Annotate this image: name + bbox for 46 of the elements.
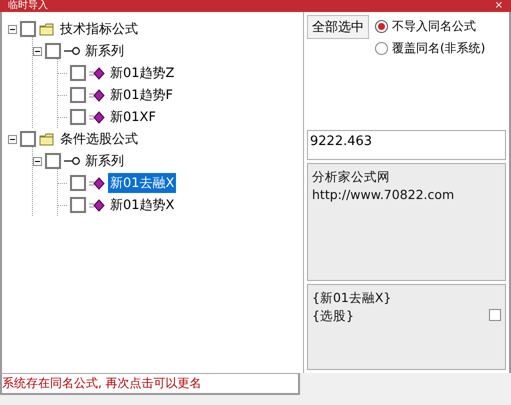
description-line: 分析家公式网 [312, 168, 391, 186]
diamond-icon [89, 176, 105, 190]
collapse-icon[interactable] [8, 134, 17, 144]
value-field[interactable]: 9222.463 [307, 130, 506, 160]
close-button[interactable]: × [494, 0, 503, 12]
checkbox[interactable] [70, 197, 86, 213]
diamond-icon [89, 66, 105, 80]
tree-item[interactable]: 新01趋势F [108, 85, 176, 105]
collapse-icon[interactable] [33, 156, 42, 166]
status-message: 系统存在同名公式, 再次点击可以更名 [0, 373, 300, 395]
tree-item[interactable]: 新01去融X [108, 173, 176, 193]
collapse-icon[interactable] [33, 46, 42, 56]
radio-button[interactable] [375, 20, 388, 33]
checkbox[interactable] [45, 153, 61, 169]
tree-item[interactable]: 新01XF [108, 107, 158, 127]
checkbox[interactable] [70, 109, 86, 125]
tree-item[interactable]: 新系列 [83, 41, 126, 61]
description-box[interactable]: 分析家公式网 http://www.70822.com [307, 163, 506, 281]
key-icon [64, 45, 80, 57]
checkbox[interactable] [489, 309, 501, 321]
tree-item[interactable]: 新01趋势X [108, 195, 176, 215]
tree-item[interactable]: 技术指标公式 [58, 19, 140, 39]
diamond-icon [89, 198, 105, 212]
formula-info-line: {新01去融X} [312, 289, 392, 307]
formula-info-line: {选股} [312, 307, 355, 325]
radio-label[interactable]: 覆盖同名(非系统) [392, 40, 486, 57]
folder-icon [39, 22, 55, 36]
collapse-icon[interactable] [8, 24, 17, 34]
window-title: 临时导入 [8, 0, 48, 12]
checkbox[interactable] [70, 175, 86, 191]
radio-button[interactable] [375, 42, 388, 55]
checkbox[interactable] [70, 65, 86, 81]
key-icon [64, 155, 80, 167]
description-line: http://www.70822.com [312, 186, 456, 204]
diamond-icon [89, 110, 105, 124]
checkbox[interactable] [20, 21, 36, 37]
select-all-button[interactable]: 全部选中 [307, 15, 369, 39]
checkbox[interactable] [45, 43, 61, 59]
tree-item[interactable]: 新系列 [83, 151, 126, 171]
radio-label[interactable]: 不导入同名公式 [392, 18, 476, 35]
diamond-icon [89, 88, 105, 102]
tree-item[interactable]: 条件选股公式 [58, 129, 140, 149]
folder-icon [39, 132, 55, 146]
checkbox[interactable] [70, 87, 86, 103]
checkbox[interactable] [20, 131, 36, 147]
tree-item[interactable]: 新01趋势Z [108, 63, 176, 83]
